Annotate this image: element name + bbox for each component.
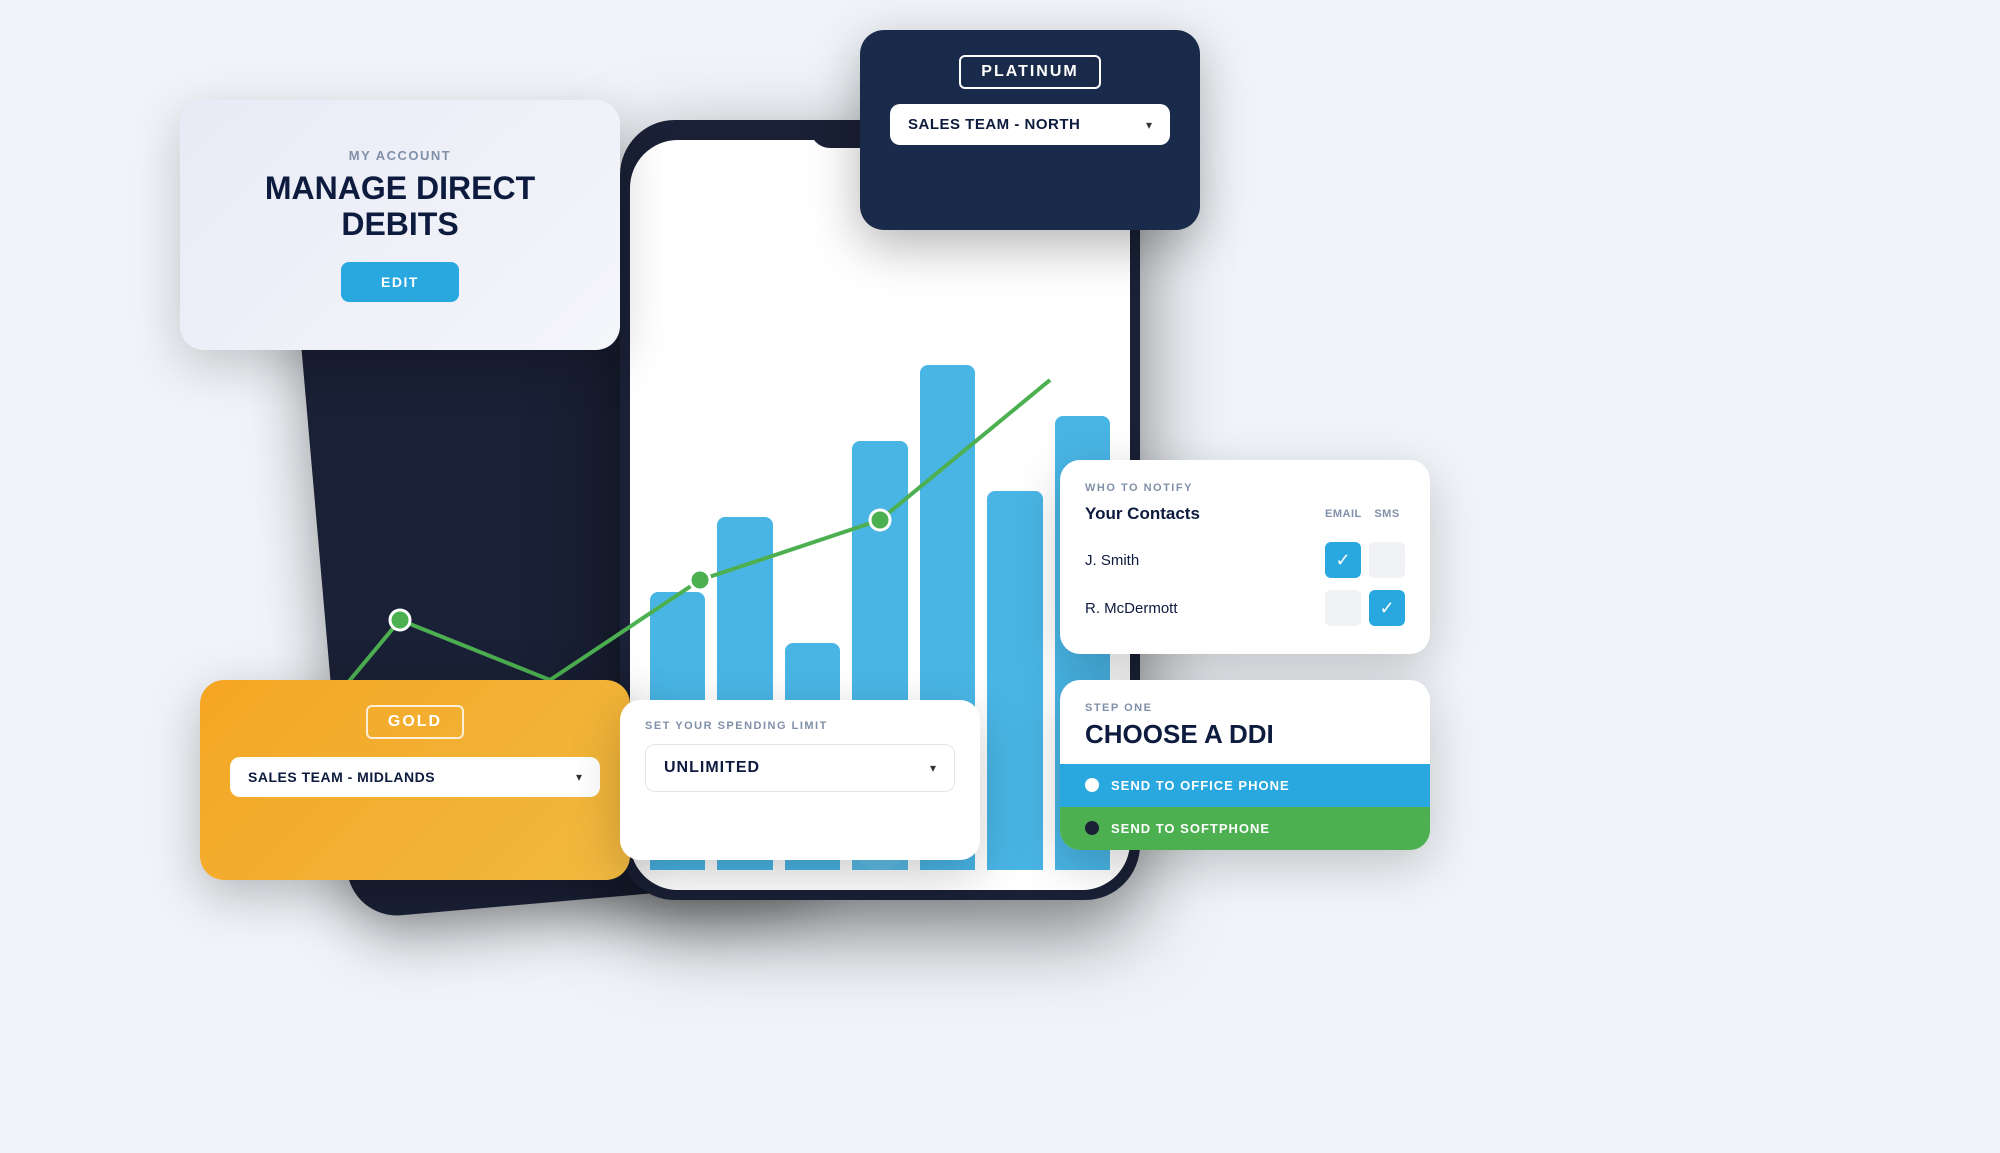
sales-team-midlands-value: SALES TEAM - MIDLANDS: [248, 769, 435, 785]
gold-card: GOLD SALES TEAM - MIDLANDS ▾: [200, 680, 630, 880]
office-phone-dot: [1085, 778, 1099, 792]
sales-team-north-dropdown[interactable]: SALES TEAM - NORTH ▾: [890, 104, 1170, 145]
softphone-dot: [1085, 821, 1099, 835]
contact-row-mcdermott: R. McDermott ✓: [1085, 584, 1405, 632]
chevron-down-icon: ▾: [1146, 118, 1152, 132]
spending-limit-card: SET YOUR SPENDING LIMIT UNLIMITED ▾: [620, 700, 980, 860]
email-column-header: EMAIL: [1325, 508, 1361, 520]
send-to-office-phone-button[interactable]: SEND TO OFFICE PHONE: [1060, 764, 1430, 807]
contact-name-mcdermott: R. McDermott: [1085, 600, 1325, 617]
manage-direct-debits-card: MY ACCOUNT MANAGE DIRECT DEBITS EDIT: [180, 100, 620, 350]
office-phone-label: SEND TO OFFICE PHONE: [1111, 778, 1290, 793]
softphone-label: SEND TO SOFTPHONE: [1111, 821, 1270, 836]
column-headers: EMAIL SMS: [1325, 508, 1405, 520]
platinum-card: PLATINUM SALES TEAM - NORTH ▾: [860, 30, 1200, 230]
sales-team-midlands-dropdown[interactable]: SALES TEAM - MIDLANDS ▾: [230, 757, 600, 797]
ddi-header: STEP ONE CHOOSE A DDI: [1060, 680, 1430, 764]
sms-column-header: SMS: [1369, 508, 1405, 520]
my-account-label: MY ACCOUNT: [349, 148, 451, 163]
contact-row-jsmith: J. Smith ✓: [1085, 536, 1405, 584]
spending-limit-dropdown[interactable]: UNLIMITED ▾: [645, 744, 955, 792]
sms-checkbox-jsmith[interactable]: [1369, 542, 1405, 578]
edit-button[interactable]: EDIT: [341, 262, 459, 302]
email-checkbox-mcdermott[interactable]: [1325, 590, 1361, 626]
chevron-down-icon: ▾: [576, 770, 582, 784]
scene: MY ACCOUNT MANAGE DIRECT DEBITS EDIT PLA…: [0, 0, 2000, 1153]
who-to-notify-card: WHO TO NOTIFY Your Contacts EMAIL SMS J.…: [1060, 460, 1430, 654]
gold-badge: GOLD: [366, 705, 464, 739]
sales-team-north-value: SALES TEAM - NORTH: [908, 116, 1080, 133]
chevron-down-icon: ▾: [930, 761, 936, 775]
checkboxes-jsmith: ✓: [1325, 542, 1405, 578]
platinum-badge: PLATINUM: [959, 55, 1100, 89]
who-to-notify-label: WHO TO NOTIFY: [1085, 482, 1405, 494]
spending-limit-value: UNLIMITED: [664, 759, 760, 777]
manage-direct-debits-title: MANAGE DIRECT DEBITS: [215, 171, 585, 241]
email-checkbox-jsmith[interactable]: ✓: [1325, 542, 1361, 578]
send-to-softphone-button[interactable]: SEND TO SOFTPHONE: [1060, 807, 1430, 850]
contact-name-jsmith: J. Smith: [1085, 552, 1325, 569]
step-one-label: STEP ONE: [1085, 702, 1405, 714]
spending-limit-label: SET YOUR SPENDING LIMIT: [645, 720, 955, 732]
chart-bar: [987, 491, 1042, 870]
choose-ddi-title: CHOOSE A DDI: [1085, 720, 1405, 749]
checkboxes-mcdermott: ✓: [1325, 590, 1405, 626]
contacts-header: Your Contacts EMAIL SMS: [1085, 504, 1405, 524]
sms-checkbox-mcdermott[interactable]: ✓: [1369, 590, 1405, 626]
choose-ddi-card: STEP ONE CHOOSE A DDI SEND TO OFFICE PHO…: [1060, 680, 1430, 850]
your-contacts-title: Your Contacts: [1085, 504, 1200, 524]
